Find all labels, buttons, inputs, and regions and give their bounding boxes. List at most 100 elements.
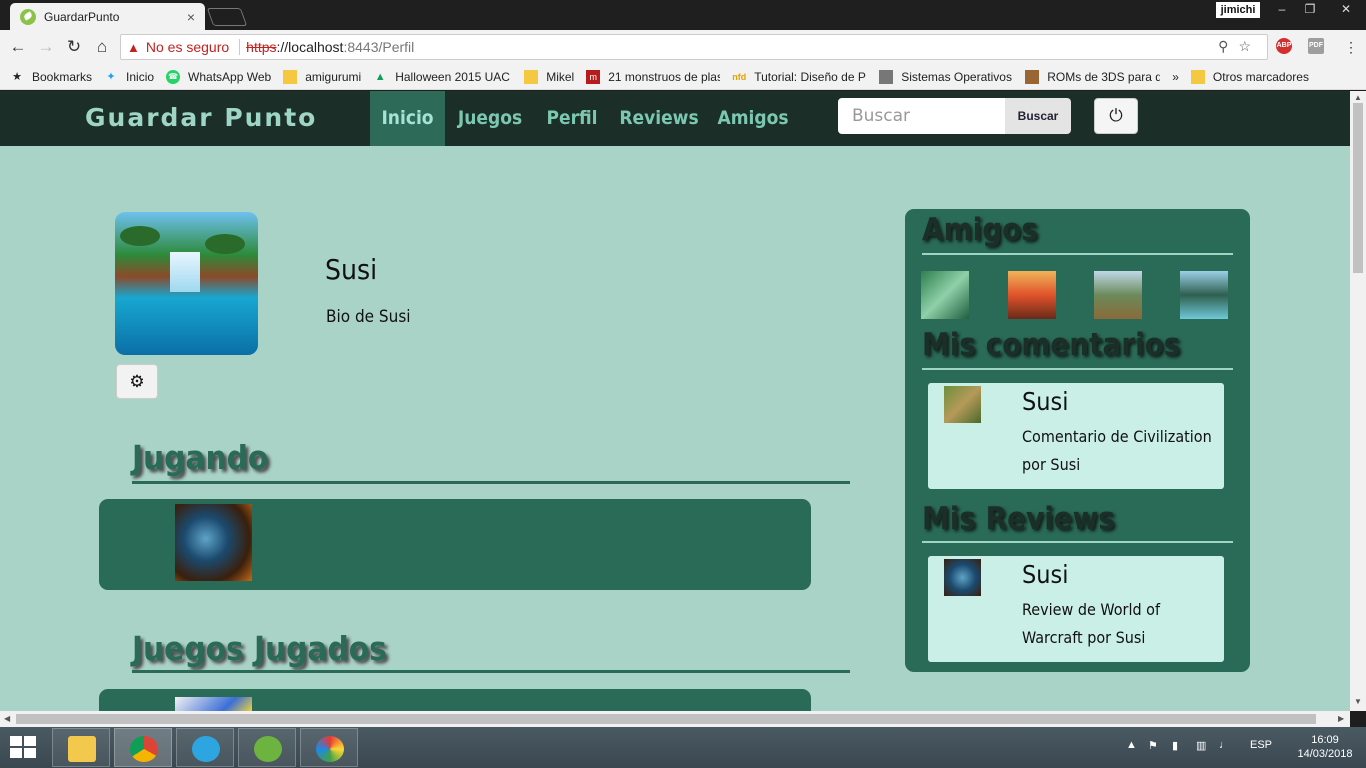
adblock-icon[interactable]: ABP: [1276, 38, 1292, 54]
comment-card[interactable]: Susi Comentario de Civilization por Susi: [928, 383, 1224, 489]
bookmark-item[interactable]: Mikel: [524, 69, 574, 84]
vertical-scrollbar[interactable]: ▲ ▼: [1350, 91, 1366, 711]
back-icon[interactable]: ←: [7, 36, 29, 58]
review-author: Susi: [1022, 560, 1069, 589]
bookmark-item[interactable]: ☎ WhatsApp Web: [166, 69, 271, 84]
gear-icon[interactable]: ⚙: [116, 364, 158, 399]
taskbar-chrome[interactable]: [114, 728, 172, 767]
home-icon[interactable]: ⌂: [91, 36, 113, 58]
restore-icon[interactable]: ❐: [1296, 0, 1324, 18]
palette-icon: [316, 736, 344, 762]
nav-amigos[interactable]: Amigos: [712, 91, 794, 146]
other-bookmarks[interactable]: Otros marcadores: [1190, 69, 1309, 84]
address-bar[interactable]: ▲ No es seguro https ://localhost :8443/…: [120, 34, 1268, 60]
site-icon: [879, 69, 894, 84]
browser-tab[interactable]: GuardarPunto ×: [10, 3, 205, 30]
scroll-left-icon[interactable]: ◀: [4, 714, 10, 723]
game-card[interactable]: [99, 499, 811, 590]
friends-title: Amigos: [922, 212, 1038, 248]
taskbar-paint[interactable]: [300, 728, 358, 767]
forward-icon[interactable]: →: [35, 36, 57, 58]
review-text: Review de World of Warcraft por Susi: [1022, 600, 1161, 647]
new-tab-button[interactable]: [206, 8, 248, 26]
nav-juegos[interactable]: Juegos: [450, 91, 530, 146]
drive-icon: ▲: [374, 70, 386, 83]
minimize-icon[interactable]: –: [1268, 0, 1296, 18]
folder-icon: [1190, 69, 1205, 84]
clock-date: 14/03/2018: [1297, 748, 1353, 760]
page-viewport: Guardar Punto Inicio Juegos Perfil Revie…: [0, 91, 1350, 711]
section-title-played: Juegos Jugados: [132, 629, 387, 668]
scroll-thumb[interactable]: [1353, 103, 1363, 273]
bookmark-item[interactable]: m 21 monstruos de plas: [586, 69, 720, 84]
bookmark-item[interactable]: Sistemas Operativos:: [879, 69, 1013, 84]
bookmarks-overflow[interactable]: »: [1172, 70, 1179, 84]
site-navbar: Guardar Punto Inicio Juegos Perfil Revie…: [0, 91, 1350, 146]
telegram-icon: [192, 736, 220, 762]
review-card[interactable]: Susi Review de World of Warcraft por Sus…: [928, 556, 1224, 662]
friend-avatar[interactable]: [1094, 271, 1142, 319]
taskbar-explorer[interactable]: [52, 728, 110, 767]
bookmark-item[interactable]: ▲ Halloween 2015 UAC: [373, 70, 512, 84]
comment-text: Comentario de Civilization por Susi: [1022, 427, 1212, 474]
tray-expand-icon[interactable]: ▲: [1126, 739, 1137, 751]
windows-start-icon[interactable]: [10, 736, 38, 760]
scroll-right-icon[interactable]: ▶: [1338, 714, 1344, 723]
horizontal-scrollbar[interactable]: ◀ ▶: [0, 711, 1350, 727]
zoom-icon[interactable]: ⚲: [1218, 38, 1238, 54]
divider: [132, 481, 850, 484]
friend-avatar[interactable]: [1008, 271, 1056, 319]
url-host: ://localhost: [276, 39, 344, 55]
site-icon: [1025, 69, 1040, 84]
close-window-icon[interactable]: ✕: [1326, 0, 1366, 18]
taskbar-telegram[interactable]: [176, 728, 234, 767]
reload-icon[interactable]: ↻: [63, 36, 85, 58]
tab-close-icon[interactable]: ×: [187, 9, 195, 25]
menu-icon[interactable]: ⋮: [1340, 36, 1362, 58]
nav-perfil[interactable]: Perfil: [538, 91, 606, 146]
power-icon[interactable]: ⏻: [1094, 98, 1138, 134]
comment-game-thumb: [944, 386, 981, 423]
search-input[interactable]: [838, 98, 1006, 134]
spring-leaf-icon: [20, 8, 36, 25]
nfd-icon: nfd: [732, 71, 747, 82]
taskbar-spring[interactable]: [238, 728, 296, 767]
bookmarks-bar: ★ Bookmarks ✦ Inicio ☎ WhatsApp Web amiguru…: [0, 64, 1366, 90]
battery-icon[interactable]: ▮: [1172, 739, 1178, 752]
friend-avatar[interactable]: [1180, 271, 1228, 319]
scroll-thumb[interactable]: [16, 714, 1316, 724]
bookmark-item[interactable]: ★ Bookmarks: [10, 70, 92, 84]
security-label[interactable]: No es seguro: [146, 39, 229, 55]
review-game-thumb: [944, 559, 981, 596]
search-button[interactable]: Buscar: [1005, 98, 1071, 134]
nav-reviews[interactable]: Reviews: [614, 91, 704, 146]
bookmark-star-icon[interactable]: ☆: [1238, 38, 1261, 54]
bookmark-item[interactable]: ROMs de 3DS para d: [1025, 69, 1160, 84]
nav-inicio[interactable]: Inicio: [370, 91, 445, 146]
language-indicator[interactable]: ESP: [1250, 739, 1272, 751]
bookmark-item[interactable]: ✦ Inicio: [104, 70, 154, 84]
divider: [132, 670, 850, 673]
twitter-icon: ✦: [106, 70, 116, 83]
bookmark-item[interactable]: nfd Tutorial: Diseño de P: [732, 70, 867, 84]
pdf-extension-icon[interactable]: PDF: [1308, 38, 1324, 54]
browser-titlebar: GuardarPunto × jimichi – ❐ ✕: [0, 0, 1366, 30]
game-cover[interactable]: [175, 697, 252, 711]
clock[interactable]: 16:09 14/03/2018: [1295, 733, 1355, 761]
game-card[interactable]: [99, 689, 811, 711]
comments-title: Mis comentarios: [922, 327, 1181, 363]
profile-chip[interactable]: jimichi: [1216, 2, 1260, 18]
section-title-playing: Jugando: [132, 438, 269, 477]
site-logo[interactable]: Guardar Punto: [85, 103, 317, 132]
friend-avatar[interactable]: [921, 271, 969, 319]
comment-author: Susi: [1022, 387, 1069, 416]
scroll-up-icon[interactable]: ▲: [1354, 93, 1362, 102]
network-icon[interactable]: ▥: [1196, 739, 1206, 752]
game-cover-world-of-warcraft[interactable]: [175, 504, 252, 581]
bookmark-item[interactable]: amigurumi: [283, 69, 361, 84]
scroll-down-icon[interactable]: ▼: [1354, 697, 1362, 706]
reviews-title: Mis Reviews: [922, 501, 1116, 537]
folder-icon: [68, 736, 96, 762]
volume-icon[interactable]: ♩: [1219, 739, 1230, 751]
flag-icon[interactable]: ⚑: [1148, 739, 1158, 752]
